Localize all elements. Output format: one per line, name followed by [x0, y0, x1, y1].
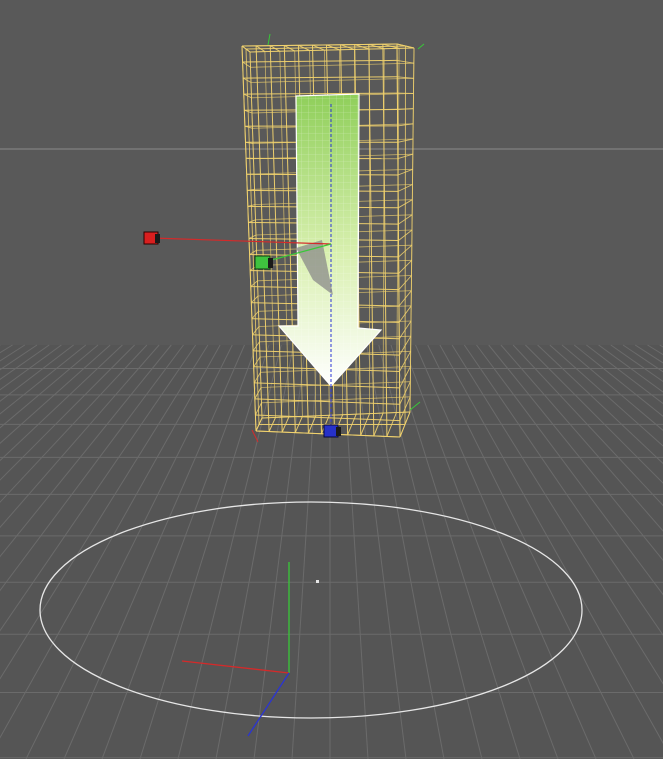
viewport-canvas[interactable]	[0, 0, 663, 759]
ground-plane	[0, 345, 663, 759]
circle-center-marker	[316, 580, 319, 583]
cage-wire	[246, 157, 254, 160]
3d-viewport[interactable]	[0, 0, 663, 759]
ground-grid	[0, 344, 663, 759]
gizmo-handle-y[interactable]	[254, 255, 271, 270]
gizmo-handle-x-side	[155, 234, 160, 243]
gizmo-handle-z-side	[336, 427, 341, 436]
gizmo-handle-z[interactable]	[323, 424, 339, 438]
gizmo-handle-y-side	[268, 258, 273, 268]
